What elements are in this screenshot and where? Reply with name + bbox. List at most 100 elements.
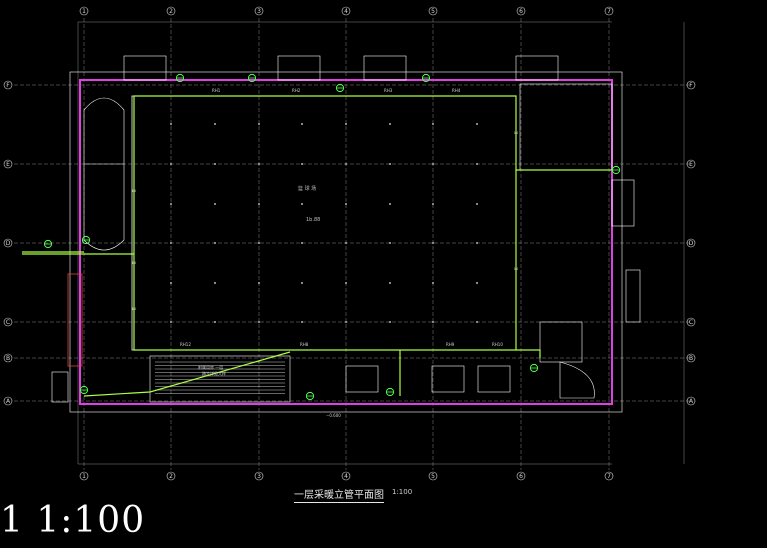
axis-label-left: C [689, 319, 693, 326]
column [258, 163, 260, 165]
axis-label-top: 7 [607, 8, 611, 15]
valve-mark: ⋈ [514, 130, 518, 135]
bottom-room [345, 365, 379, 393]
axis-label-left: B [689, 355, 693, 362]
column [214, 163, 216, 165]
column [258, 282, 260, 284]
column [258, 242, 260, 244]
column [432, 321, 434, 323]
column [389, 242, 391, 244]
axis-label-top: 1 [82, 8, 86, 15]
bay-window [123, 55, 167, 81]
column [170, 163, 172, 165]
column [214, 203, 216, 205]
column [345, 163, 347, 165]
column [170, 203, 172, 205]
axis-label-top: 1 [82, 473, 86, 480]
column [258, 321, 260, 323]
pipe-tag: RH2 [292, 88, 301, 93]
axis-label-left: E [6, 161, 10, 168]
column [170, 242, 172, 244]
axis-label-left: A [6, 398, 11, 405]
axis-label-top: 3 [257, 8, 261, 15]
bay-window [363, 55, 407, 81]
column [170, 282, 172, 284]
column [301, 123, 303, 125]
column [432, 282, 434, 284]
heating-pipe [516, 349, 541, 358]
column [476, 321, 478, 323]
pipe-tag: RH8 [300, 342, 309, 347]
axis-label-top: 7 [607, 473, 611, 480]
heating-pipe [133, 96, 517, 351]
scale-overlay-text: 1 1:100 [0, 500, 146, 541]
column [214, 282, 216, 284]
bottom-dimension: −0.600 [326, 413, 341, 418]
axis-labels: 1 1 2 2 3 3 4 4 5 5 6 6 7 7 F F E E D D C C B B A A [3, 6, 696, 481]
axis-label-top: 6 [519, 473, 523, 480]
pipe-tag: RH1 [212, 88, 221, 93]
column [345, 282, 347, 284]
axis-label-left: C [6, 319, 10, 326]
column [476, 242, 478, 244]
bottom-room [477, 365, 511, 393]
column [345, 123, 347, 125]
axis-label-left: B [6, 355, 10, 362]
right-room [519, 83, 613, 171]
column [389, 321, 391, 323]
column [170, 123, 172, 125]
axis-label-top: 5 [431, 473, 435, 480]
axis-label-left: F [689, 82, 693, 89]
bottom-room [431, 365, 465, 393]
axis-label-top: 5 [431, 8, 435, 15]
column [476, 203, 478, 205]
hall-wall [131, 95, 517, 351]
left-entry [51, 371, 69, 403]
axis-label-left: E [689, 161, 693, 168]
axis-label-top: 4 [344, 473, 348, 480]
right-vestibule [625, 269, 641, 323]
column [258, 203, 260, 205]
column [432, 163, 434, 165]
column [345, 242, 347, 244]
riser-symbols: ⋈ ⋈ ⋈ ⋈ ⋈ RH1 RH2 RH3 RH4 RH12 RH8 RH9 RH10 [43, 73, 621, 401]
pipe-tag: RH10 [492, 342, 503, 347]
heating-pipe-network [22, 95, 612, 397]
axis-label-top: 2 [169, 473, 173, 480]
drawing-title-scale: 1:100 [392, 488, 413, 496]
column [345, 203, 347, 205]
axis-label-left: D [689, 240, 694, 247]
pipe-tag: RH9 [446, 342, 455, 347]
column [476, 282, 478, 284]
valve-mark: ⋈ [514, 266, 518, 271]
column [301, 242, 303, 244]
stair-note: 附属用房 一层 [198, 364, 223, 370]
valve-mark: ⋈ [132, 306, 136, 311]
axis-label-top: 3 [257, 473, 261, 480]
stair-note-2: 踏步详见大样 [202, 370, 226, 376]
column [345, 321, 347, 323]
valve-mark: ⋈ [132, 260, 136, 265]
column [389, 123, 391, 125]
column [301, 163, 303, 165]
column [258, 123, 260, 125]
axis-label-top: 4 [344, 8, 348, 15]
column [389, 282, 391, 284]
axis-label-left: F [6, 82, 10, 89]
bay-window [515, 55, 559, 81]
axis-label-left: A [689, 398, 694, 405]
axis-label-top: 6 [519, 8, 523, 15]
right-bottom-room [539, 321, 583, 363]
right-bottom-stair [559, 361, 595, 399]
pipe-tag: RH12 [180, 342, 191, 347]
column [389, 163, 391, 165]
column [432, 123, 434, 125]
column [214, 321, 216, 323]
left-stair-tower [83, 97, 125, 251]
column [476, 123, 478, 125]
column [432, 242, 434, 244]
right-entrance [611, 179, 635, 227]
drawing-title: 一层采暖立管平面图 [294, 486, 384, 503]
valve-mark: ⋈ [132, 188, 136, 193]
column [389, 203, 391, 205]
